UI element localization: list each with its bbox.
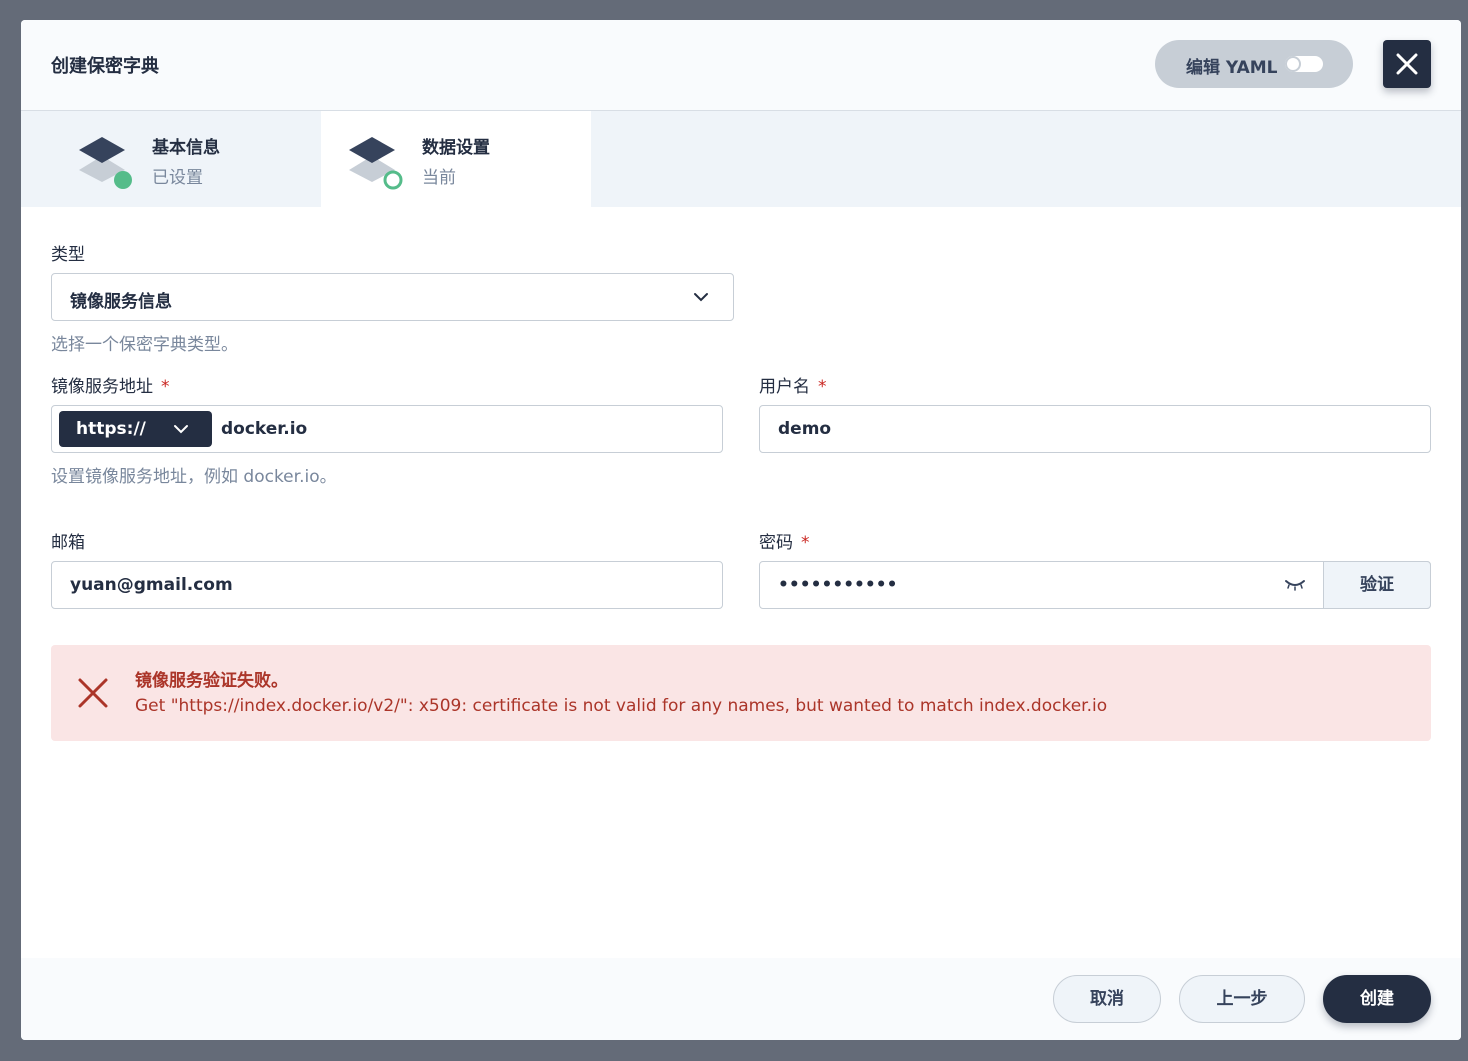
type-value: 镜像服务信息 [70, 292, 172, 312]
edit-yaml-label: 编辑 YAML [1186, 58, 1278, 78]
registry-input[interactable]: docker.io [221, 419, 307, 439]
registry-label: 镜像服务地址 * [51, 377, 170, 397]
step-title: 数据设置 [422, 138, 490, 158]
email-label: 邮箱 [51, 533, 85, 553]
close-button[interactable] [1383, 40, 1431, 88]
password-value: ••••••••••• [778, 575, 898, 595]
step-status: 当前 [422, 168, 456, 188]
create-secret-dialog: 创建保密字典 编辑 YAML 基本信息 已设置 数据设置 当前 类型 镜像服务信… [21, 20, 1461, 1040]
cancel-button[interactable]: 取消 [1053, 975, 1161, 1023]
registry-hint: 设置镜像服务地址，例如 docker.io。 [51, 467, 337, 487]
alert-message: Get "https://index.docker.io/v2/": x509:… [135, 696, 1108, 716]
layers-current-icon [349, 137, 403, 190]
eye-closed-icon[interactable] [1284, 578, 1306, 592]
verification-error-alert: 镜像服务验证失败。 Get "https://index.docker.io/v… [51, 645, 1431, 741]
close-icon [1396, 53, 1418, 75]
toggle-knob [1285, 56, 1301, 72]
required-mark: * [818, 377, 827, 397]
email-value: yuan@gmail.com [70, 575, 233, 595]
required-mark: * [161, 377, 170, 397]
username-value: demo [778, 419, 832, 439]
create-button[interactable]: 创建 [1323, 975, 1431, 1023]
email-input[interactable]: yuan@gmail.com [51, 561, 723, 609]
password-input[interactable]: ••••••••••• 验证 [759, 561, 1431, 609]
previous-step-button[interactable]: 上一步 [1179, 975, 1305, 1023]
chevron-down-icon [174, 425, 188, 434]
password-label: 密码 * [759, 533, 810, 553]
verify-button[interactable]: 验证 [1323, 561, 1431, 609]
error-x-icon [78, 678, 108, 708]
step-status: 已设置 [152, 168, 203, 188]
type-label: 类型 [51, 245, 85, 265]
edit-yaml-toggle[interactable]: 编辑 YAML [1155, 40, 1353, 88]
step-tabs: 基本信息 已设置 数据设置 当前 [21, 111, 1461, 207]
username-input[interactable]: demo [759, 405, 1431, 453]
toggle-switch[interactable] [1285, 56, 1323, 72]
type-select[interactable]: 镜像服务信息 [51, 273, 734, 321]
dialog-title: 创建保密字典 [51, 56, 159, 77]
username-label: 用户名 * [759, 377, 827, 397]
dialog-footer: 取消 上一步 创建 [21, 958, 1461, 1040]
step-title: 基本信息 [152, 138, 220, 158]
registry-address-field[interactable]: https:// docker.io [51, 405, 723, 453]
required-mark: * [801, 533, 810, 553]
layers-done-icon [79, 137, 132, 189]
type-hint: 选择一个保密字典类型。 [51, 335, 238, 355]
chevron-down-icon [694, 293, 708, 302]
step-data-settings[interactable]: 数据设置 当前 [321, 111, 591, 207]
alert-title: 镜像服务验证失败。 [135, 671, 288, 691]
protocol-select[interactable]: https:// [59, 411, 212, 447]
protocol-value: https:// [76, 419, 146, 439]
step-basic-info[interactable]: 基本信息 已设置 [21, 111, 321, 207]
dialog-header: 创建保密字典 编辑 YAML [21, 20, 1461, 111]
